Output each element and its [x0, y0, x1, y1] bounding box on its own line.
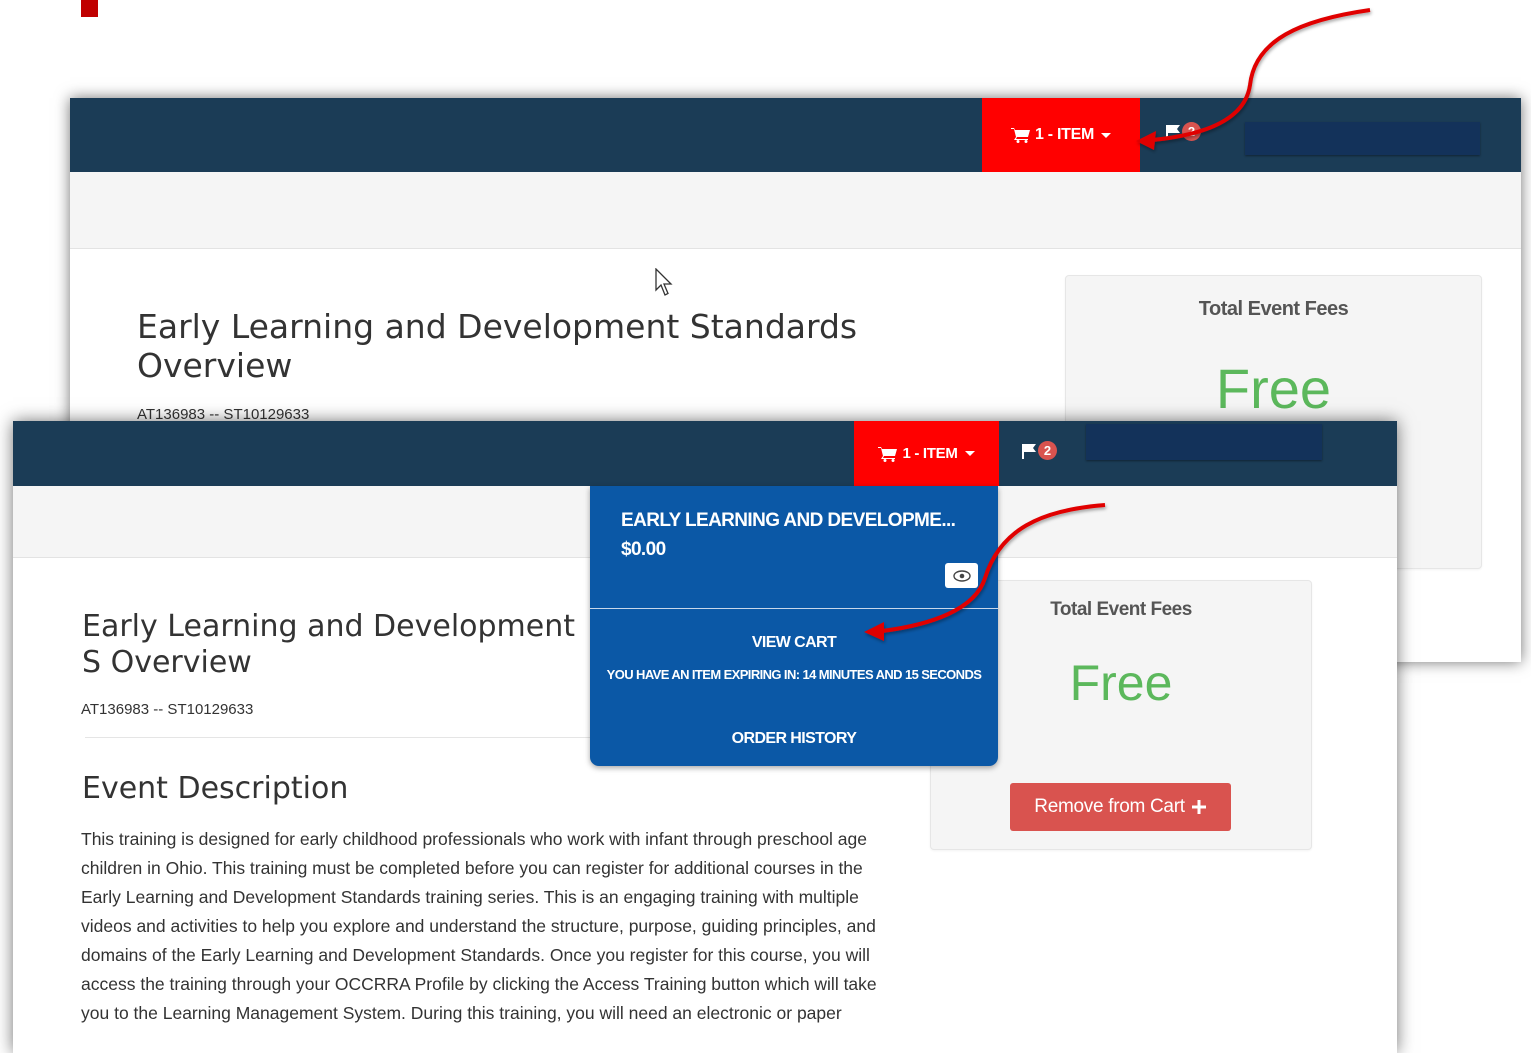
notifications[interactable]: 2 [1165, 122, 1201, 141]
page-title: Early Learning and Development S Overvie… [82, 609, 576, 680]
shopping-cart-icon [878, 446, 898, 462]
notification-badge: 2 [1182, 122, 1201, 141]
flag-icon [1022, 443, 1036, 459]
cart-button[interactable]: 1 - ITEM [982, 98, 1140, 172]
view-item-button[interactable] [945, 563, 978, 588]
notification-badge: 2 [1038, 441, 1057, 460]
fee-label: Total Event Fees [1198, 298, 1349, 320]
cart-item-price: $0.00 [621, 539, 666, 560]
view-cart-link[interactable]: VIEW CART [590, 634, 998, 652]
dropdown-divider [590, 608, 998, 609]
event-description-text: This training is designed for early chil… [81, 829, 877, 1023]
cart-label: 1 - ITEM [1035, 126, 1094, 143]
order-history-link[interactable]: ORDER HISTORY [590, 730, 998, 748]
sub-header-bar [70, 172, 1521, 249]
cart-label: 1 - ITEM [902, 445, 958, 462]
caret-down-icon [964, 451, 975, 456]
cart-item-title[interactable]: EARLY LEARNING AND DEVELOPME... [621, 510, 956, 532]
eye-icon [952, 569, 971, 582]
red-marker [81, 0, 98, 17]
page-title: Early Learning and Development Standards… [137, 307, 858, 385]
event-code: AT136983 -- ST10129633 [81, 701, 254, 718]
remove-from-cart-button[interactable]: Remove from Cart [1010, 783, 1231, 831]
notifications[interactable]: 2 [1021, 441, 1057, 460]
top-navbar: 1 - ITEM 2 [70, 98, 1521, 172]
top-navbar: 1 - ITEM 2 [13, 421, 1397, 486]
shopping-cart-icon [1011, 128, 1031, 143]
plus-icon [1191, 800, 1206, 814]
divider [85, 737, 605, 738]
cart-button[interactable]: 1 - ITEM [854, 421, 999, 486]
user-menu[interactable] [1245, 122, 1480, 155]
mouse-cursor-icon [655, 268, 673, 296]
fee-value: Free [1215, 357, 1332, 420]
flag-icon [1166, 124, 1180, 140]
expiring-notice: YOU HAVE AN ITEM EXPIRING IN: 14 MINUTES… [606, 667, 982, 682]
event-description-heading: Event Description [82, 771, 349, 806]
user-menu[interactable] [1086, 424, 1322, 460]
remove-from-cart-label: Remove from Cart [1034, 796, 1185, 817]
caret-down-icon [1100, 132, 1111, 138]
cart-dropdown: EARLY LEARNING AND DEVELOPME... $0.00 VI… [590, 486, 998, 766]
screenshot-foreground: 1 - ITEM 2 Early Learning and Developmen… [13, 421, 1397, 1053]
